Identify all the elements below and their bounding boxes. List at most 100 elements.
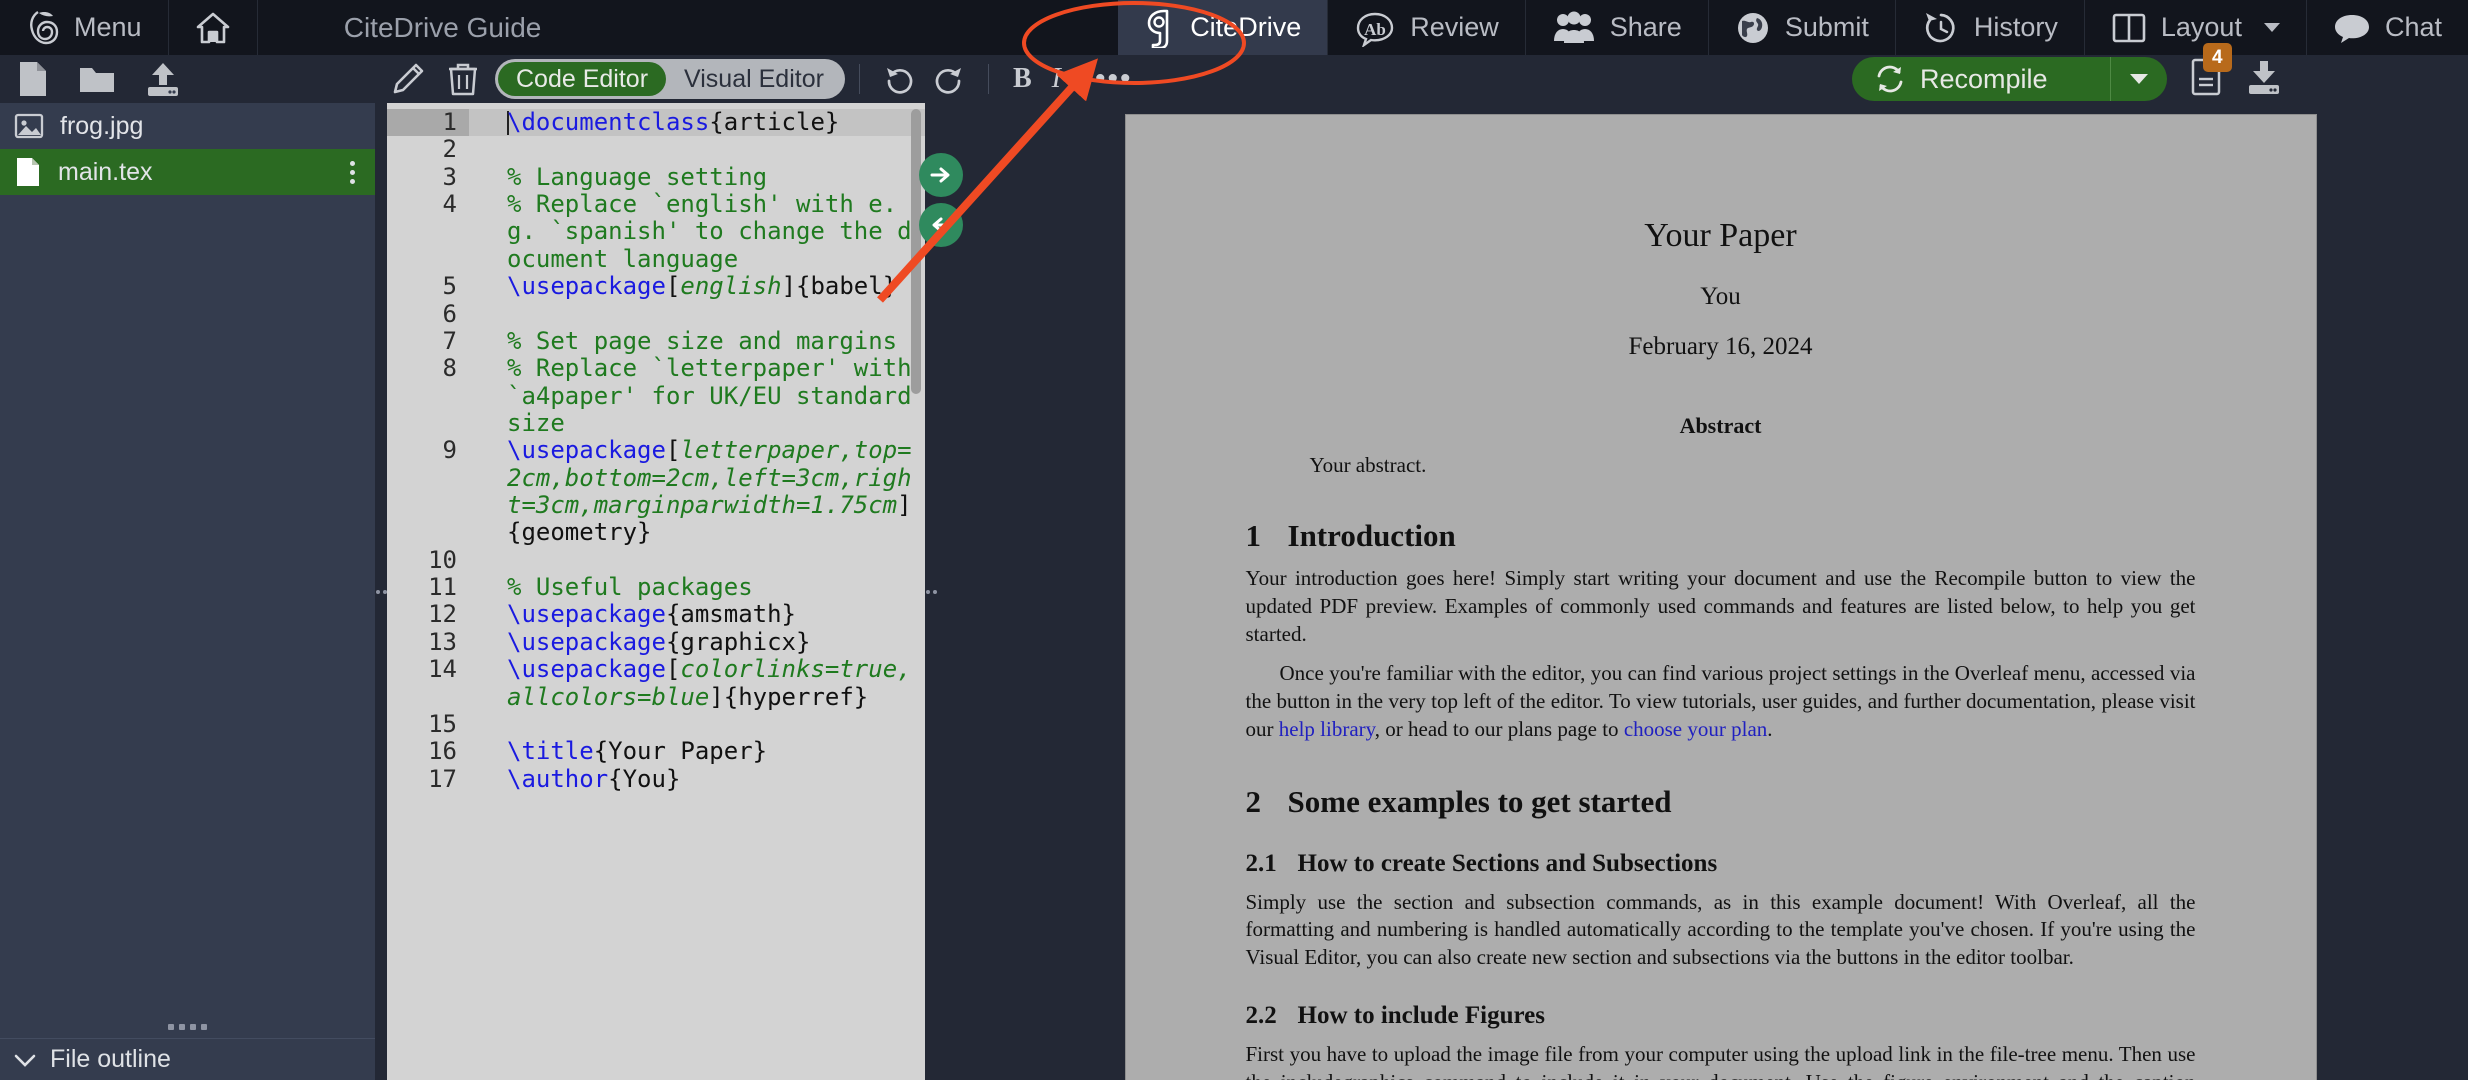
line-content[interactable]: \usepackage[english]{babel} xyxy=(469,272,925,301)
bold-button[interactable]: B xyxy=(1003,63,1042,95)
latex-command: \documentclass xyxy=(507,108,710,136)
line-content[interactable]: \usepackage[colorlinks=true, allcolors=b… xyxy=(469,655,925,711)
latex-bracket: [ xyxy=(665,272,681,301)
pdf-paragraph: Simply use the section and subsection co… xyxy=(1245,889,2196,970)
download-pdf-button[interactable] xyxy=(2245,59,2283,100)
undo-icon[interactable] xyxy=(882,63,916,95)
nav-tab-layout[interactable]: Layout xyxy=(2085,0,2307,55)
citedrive-logo-icon xyxy=(1144,8,1176,48)
divider-grip-icon xyxy=(925,589,937,594)
code-line[interactable]: 4 % Replace `english' with e.g. `spanish… xyxy=(387,190,925,273)
line-content[interactable]: % Set page size and margins xyxy=(469,327,925,355)
code-line[interactable]: 14 \usepackage[colorlinks=true, allcolor… xyxy=(387,655,925,711)
collapse-pdf-button[interactable] xyxy=(919,203,963,247)
code-line[interactable]: 9 \usepackage[letterpaper,top=2cm,bottom… xyxy=(387,436,925,547)
line-content[interactable] xyxy=(469,547,925,574)
recompile-dropdown-button[interactable] xyxy=(2111,57,2167,101)
code-editor-panel[interactable]: 1 \documentclass{article} 2 3 % Language… xyxy=(387,103,925,1080)
visual-editor-tab[interactable]: Visual Editor xyxy=(666,62,842,96)
nav-tab-review[interactable]: Ab Review xyxy=(1328,0,1526,55)
review-ab-icon: Ab xyxy=(1354,9,1396,47)
line-number: 8 xyxy=(442,354,457,383)
line-number: 17 xyxy=(428,764,457,793)
pdf-link-help-library[interactable]: help library xyxy=(1279,717,1375,741)
code-line[interactable]: 2 xyxy=(387,135,925,164)
code-line[interactable]: 15 xyxy=(387,709,925,738)
file-name: main.tex xyxy=(58,157,153,186)
arrow-right-icon xyxy=(930,167,950,183)
image-file-icon xyxy=(14,112,44,140)
code-line[interactable]: 12 \usepackage{amsmath} xyxy=(387,601,925,629)
new-folder-icon[interactable] xyxy=(78,62,116,96)
code-line[interactable]: 11 % Useful packages xyxy=(387,573,925,601)
line-content[interactable]: \usepackage{graphicx} xyxy=(469,627,925,656)
code-line[interactable]: 5 \usepackage[english]{babel} xyxy=(387,272,925,301)
redo-icon[interactable] xyxy=(932,63,966,95)
menu-button[interactable]: Menu xyxy=(0,0,169,55)
pdf-section-number: 2 xyxy=(1245,783,1262,819)
menu-label: Menu xyxy=(74,12,142,42)
line-number: 14 xyxy=(428,655,457,684)
file-menu-kebab-icon[interactable] xyxy=(344,160,361,184)
line-number: 15 xyxy=(428,709,457,738)
delete-trash-icon[interactable] xyxy=(447,61,479,97)
line-content[interactable]: \documentclass{article} xyxy=(469,108,925,137)
editor-mode-toggle[interactable]: Code Editor Visual Editor xyxy=(495,59,845,99)
line-content[interactable]: \author{You} xyxy=(469,765,925,793)
pdf-link-choose-plan[interactable]: choose your plan xyxy=(1624,717,1767,741)
line-content[interactable]: % Replace `letterpaper' with `a4paper' f… xyxy=(469,355,925,437)
nav-tab-chat[interactable]: Chat xyxy=(2307,0,2468,55)
code-line[interactable]: 13 \usepackage{graphicx} xyxy=(387,627,925,656)
more-options-button[interactable]: ••• xyxy=(1085,62,1143,96)
italic-button[interactable]: I xyxy=(1042,63,1071,95)
code-lines[interactable]: 1 \documentclass{article} 2 3 % Language… xyxy=(387,103,925,1080)
recompile-label: Recompile xyxy=(1920,63,2048,94)
line-content[interactable]: \usepackage[letterpaper,top=2cm,bottom=2… xyxy=(469,437,925,547)
expand-pdf-button[interactable] xyxy=(919,153,963,197)
code-line[interactable]: 7 % Set page size and margins xyxy=(387,326,925,355)
code-line[interactable]: 6 xyxy=(387,300,925,328)
home-button[interactable] xyxy=(169,0,258,55)
line-number: 7 xyxy=(442,326,457,355)
file-tree-item-tex[interactable]: main.tex xyxy=(0,149,375,195)
code-editor-tab[interactable]: Code Editor xyxy=(498,62,667,96)
arrow-left-icon xyxy=(932,217,952,233)
upload-icon[interactable] xyxy=(144,61,182,97)
line-content[interactable]: \title{Your Paper} xyxy=(469,738,925,765)
nav-tab-history[interactable]: History xyxy=(1896,0,2085,55)
line-content[interactable]: % Replace `english' with e.g. `spanish' … xyxy=(469,190,925,273)
editor-pdf-divider[interactable] xyxy=(925,103,937,1080)
code-line[interactable]: 8 % Replace `letterpaper' with `a4paper'… xyxy=(387,354,925,437)
code-line[interactable]: 17 \author{You} xyxy=(387,764,925,793)
pdf-subsection-heading: 2.1 How to create Sections and Subsection… xyxy=(1246,850,2196,878)
nav-tab-submit[interactable]: Submit xyxy=(1709,0,1896,55)
line-content[interactable] xyxy=(469,136,925,163)
file-outline-toggle[interactable]: File outline xyxy=(0,1038,375,1080)
line-content[interactable]: % Language setting xyxy=(469,163,925,191)
filetree-editor-divider[interactable] xyxy=(375,103,387,1080)
file-tree-panel: frog.jpg main.tex File outline xyxy=(0,103,375,1080)
pdf-preview-panel[interactable]: Your Paper You February 16, 2024 Abstrac… xyxy=(973,103,2468,1080)
latex-arg: {graphicx} xyxy=(665,627,811,656)
file-tree-resize-grip[interactable] xyxy=(0,1016,375,1038)
recompile-button[interactable]: Recompile xyxy=(1852,57,2167,101)
new-file-icon[interactable] xyxy=(16,60,50,98)
line-number: 2 xyxy=(442,135,457,164)
code-line[interactable]: 1 \documentclass{article} xyxy=(387,108,925,137)
nav-tab-citedrive[interactable]: CiteDrive xyxy=(1118,0,1329,55)
line-content[interactable] xyxy=(469,301,925,328)
rename-pencil-icon[interactable] xyxy=(391,62,425,96)
file-tree-item-image[interactable]: frog.jpg xyxy=(0,103,375,149)
compile-logs-button[interactable]: 4 xyxy=(2189,42,2232,102)
code-line[interactable]: 10 xyxy=(387,546,925,574)
line-content[interactable]: % Useful packages xyxy=(469,573,925,601)
code-line[interactable]: 3 % Language setting xyxy=(387,163,925,191)
svg-text:Ab: Ab xyxy=(1364,20,1386,39)
line-content[interactable] xyxy=(469,711,925,738)
editor-scrollbar[interactable] xyxy=(911,109,921,394)
panel-toggle-column xyxy=(919,103,973,1080)
nav-tab-share[interactable]: Share xyxy=(1526,0,1709,55)
pdf-paragraph: Your introduction goes here! Simply star… xyxy=(1245,566,2196,646)
line-content[interactable]: \usepackage{amsmath} xyxy=(469,601,925,628)
code-line[interactable]: 16 \title{Your Paper} xyxy=(387,737,925,765)
